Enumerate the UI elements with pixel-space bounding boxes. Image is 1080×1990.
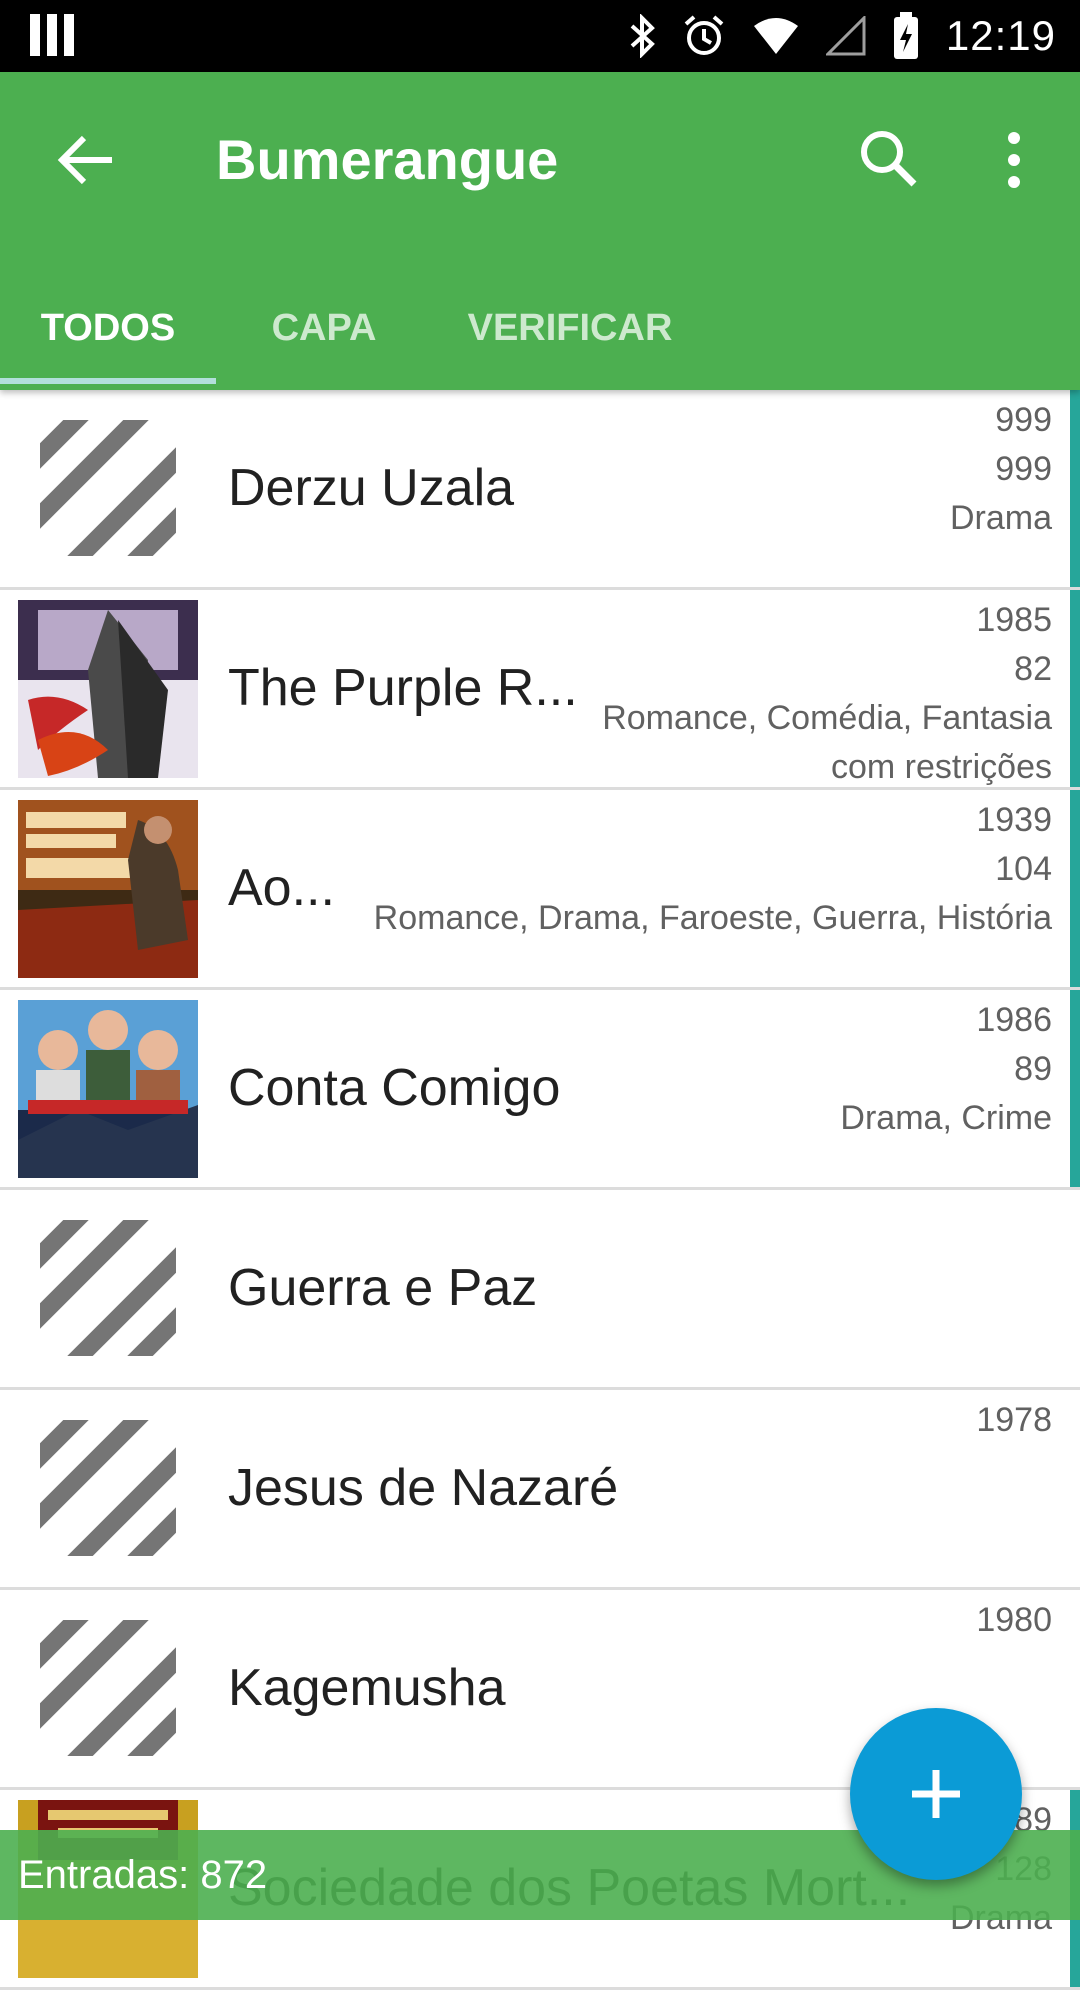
movie-duration: 999 <box>995 450 1052 488</box>
add-icon <box>912 1770 960 1818</box>
movie-meta: 1985 82 Romance, Comédia, Fantasia com r… <box>602 596 1052 787</box>
more-options-button[interactable] <box>990 122 1038 198</box>
wifi-icon <box>753 18 798 54</box>
search-button[interactable] <box>852 122 928 198</box>
movie-rating: com restrições <box>830 748 1052 786</box>
image-placeholder-icon <box>40 420 176 556</box>
list-item[interactable]: Conta Comigo 1986 89 Drama, Crime <box>0 990 1080 1190</box>
movie-title: Derzu Uzala <box>228 459 515 517</box>
image-placeholder-icon <box>40 1220 176 1356</box>
signal-icon <box>825 16 866 56</box>
tab-verificar[interactable]: VERIFICAR <box>450 272 690 390</box>
movie-meta: 1980 <box>976 1596 1052 1645</box>
back-button[interactable] <box>52 124 124 196</box>
list-item[interactable]: Guerra e Paz <box>0 1190 1080 1390</box>
movie-meta: 1986 89 Drama, Crime <box>840 996 1052 1143</box>
notification-bars-icon <box>30 14 74 56</box>
arrow-back-icon <box>57 135 112 185</box>
image-placeholder-icon <box>40 1620 176 1756</box>
movie-title: Conta Comigo <box>228 1059 561 1117</box>
app-bar: Bumerangue TODOS CAPA VERIFICAR <box>0 72 1080 390</box>
movie-cover-image <box>18 800 198 978</box>
status-accent-bar <box>1070 790 1080 987</box>
tab-indicator <box>0 378 216 384</box>
more-vert-icon <box>1008 132 1020 188</box>
status-accent-bar <box>1070 390 1080 587</box>
movie-title: The Purple R... <box>228 659 578 717</box>
movie-meta: 1939 104 Romance, Drama, Faroeste, Guerr… <box>374 796 1052 943</box>
movie-cover-image <box>18 1000 198 1178</box>
movie-year: 999 <box>995 401 1052 439</box>
movie-cover-image <box>18 600 198 778</box>
tab-capa[interactable]: CAPA <box>252 272 396 390</box>
tab-bar: TODOS CAPA VERIFICAR <box>0 272 1080 390</box>
movie-genres: Drama, Crime <box>840 1099 1052 1137</box>
movie-genres: Romance, Comédia, Fantasia <box>602 699 1052 737</box>
movie-meta: 1978 <box>976 1396 1052 1445</box>
status-accent-bar <box>1070 590 1080 787</box>
movie-genres: Drama <box>949 499 1052 537</box>
entries-count: Entradas: 872 <box>18 1853 268 1897</box>
tab-todos[interactable]: TODOS <box>0 272 216 390</box>
list-item[interactable]: Derzu Uzala 999 999 Drama <box>0 390 1080 590</box>
movie-meta: 999 999 Drama <box>950 396 1052 543</box>
movie-duration: 82 <box>1014 650 1052 688</box>
bluetooth-icon <box>630 14 655 58</box>
list-item[interactable]: Ao... 1939 104 Romance, Drama, Faroeste,… <box>0 790 1080 990</box>
add-button[interactable] <box>850 1708 1022 1880</box>
movie-title: Ao... <box>228 859 335 917</box>
movie-genres: Romance, Drama, Faroeste, Guerra, Histór… <box>373 899 1052 937</box>
list-item[interactable]: Jesus de Nazaré 1978 <box>0 1390 1080 1590</box>
movie-duration: 104 <box>995 850 1052 888</box>
battery-charging-icon <box>893 12 918 59</box>
movie-title: Guerra e Paz <box>228 1259 538 1317</box>
image-placeholder-icon <box>40 1420 176 1556</box>
movie-duration: 89 <box>1014 1050 1052 1088</box>
alarm-icon <box>684 15 724 55</box>
movie-title: Jesus de Nazaré <box>228 1459 619 1517</box>
clock: 12:19 <box>945 12 1056 59</box>
movie-title: Kagemusha <box>228 1659 506 1717</box>
search-icon <box>861 131 917 187</box>
status-accent-bar <box>1070 990 1080 1187</box>
movie-year: 1985 <box>976 601 1052 639</box>
movie-year: 1986 <box>976 1001 1052 1039</box>
page-title: Bumerangue <box>216 128 559 191</box>
movie-year: 1978 <box>976 1401 1052 1439</box>
list-item[interactable]: The Purple R... 1985 82 Romance, Comédia… <box>0 590 1080 790</box>
movie-year: 1939 <box>976 801 1052 839</box>
status-bar: 12:19 <box>0 0 1080 72</box>
movie-year: 1980 <box>976 1601 1052 1639</box>
